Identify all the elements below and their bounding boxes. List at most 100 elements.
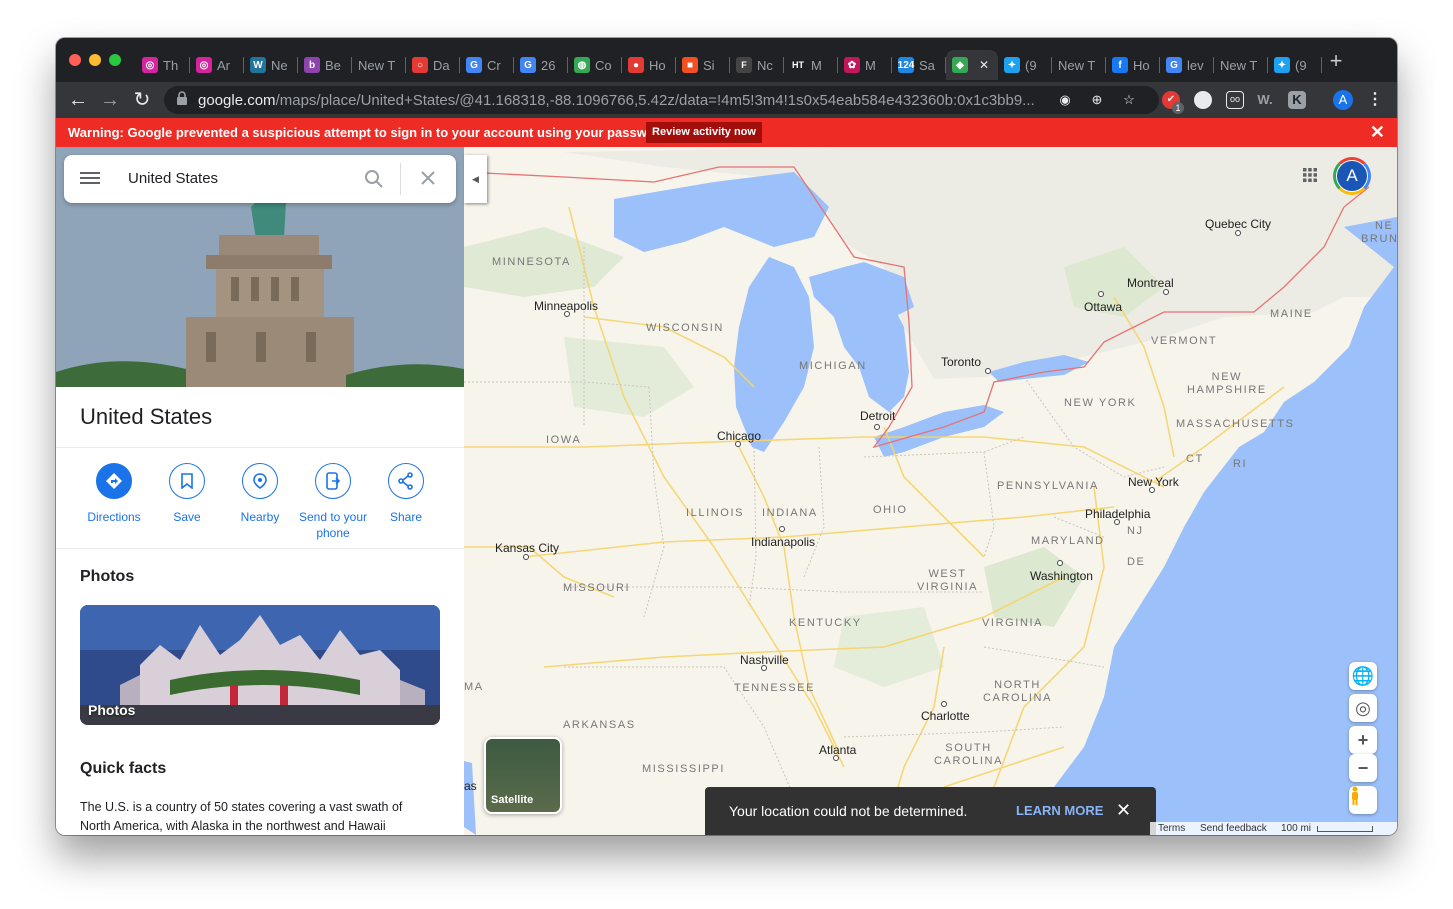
tab-title: Ho [1133,57,1150,73]
browser-tab[interactable]: ◎ Ar [190,50,244,80]
warning-close-icon[interactable]: ✕ [1370,123,1385,141]
city-label[interactable]: Washington [1030,569,1093,583]
browser-menu-icon[interactable]: ⋮ [1366,91,1384,109]
review-activity-button[interactable]: Review activity now [646,122,762,143]
snackbar-close-icon[interactable]: ✕ [1116,800,1131,821]
terms-link[interactable]: Terms [1158,823,1185,834]
city-label[interactable]: Nashville [740,653,789,667]
extension-bubble-icon[interactable] [1194,91,1212,109]
send-to-your-phone-button[interactable]: Send to your phone [293,463,373,541]
city-label[interactable]: Ottawa [1084,300,1122,314]
map-canvas[interactable]: Quebec City Montreal Ottawa Minneapolis Toro… [464,147,1397,835]
city-label[interactable]: Atlanta [819,743,856,757]
search-input[interactable]: United States [128,170,218,187]
photos-label: Photos [88,702,136,718]
extension-k-icon[interactable]: K [1288,91,1306,109]
reload-button[interactable]: ↻ [130,88,154,112]
browser-tab[interactable]: b Be [298,50,352,80]
browser-toolbar: ← → ↻ google.com/maps/place/United+State… [56,82,1397,118]
browser-tab[interactable]: New T [1214,50,1268,80]
directions-button[interactable]: Directions [74,463,154,525]
forward-button[interactable]: → [98,88,122,112]
search-icon[interactable] [364,169,386,191]
facebook-icon: f [1112,57,1128,73]
account-avatar[interactable]: A [1333,157,1371,195]
browser-tab[interactable]: ✦ (9 [998,50,1052,80]
panel-collapse-toggle[interactable]: ◀ [464,155,487,203]
city-marker[interactable] [1057,560,1063,566]
ht-icon: HT [790,57,806,73]
browser-tab[interactable]: ◆ ✕ [946,50,998,80]
nearby-button[interactable]: Nearby [220,463,300,525]
city-label[interactable]: Kansas City [495,541,559,555]
my-location-icon[interactable]: ◎ [1349,694,1377,722]
extension-w-icon[interactable]: W. [1256,91,1274,109]
new-tab-button[interactable]: + [1324,50,1348,74]
back-button[interactable]: ← [66,88,90,112]
city-marker[interactable] [779,526,785,532]
search-box[interactable]: United States [64,155,456,203]
city-label[interactable]: Toronto [941,355,981,369]
close-tab-icon[interactable]: ✕ [979,58,989,72]
location-icon[interactable]: ◉ [1056,91,1074,109]
city-label[interactable]: Philadelphia [1085,507,1150,521]
extension-glasses-icon[interactable]: oo [1226,91,1244,109]
share-button[interactable]: Share [366,463,446,525]
clear-search-icon[interactable] [420,170,438,188]
menu-icon[interactable] [80,170,102,188]
satellite-toggle[interactable]: Satellite [484,737,562,814]
zoom-in-button[interactable]: + [1349,726,1377,754]
city-label[interactable]: Detroit [860,409,895,423]
scale-label[interactable]: 100 mi [1281,823,1311,834]
bookmark-star-icon[interactable]: ☆ [1120,91,1138,109]
browser-tab[interactable]: ✿ M [838,50,892,80]
city-label[interactable]: Charlotte [921,709,970,723]
browser-tab[interactable]: ○ Da [406,50,460,80]
send-feedback-link[interactable]: Send feedback [1200,823,1267,834]
tab-title: Nc [757,57,773,73]
browser-tab[interactable]: New T [1052,50,1106,80]
browser-tab[interactable]: f Ho [1106,50,1160,80]
apps-grid-icon[interactable] [1302,167,1320,185]
city-label[interactable]: Minneapolis [534,299,598,313]
browser-tab[interactable]: 124 Sa [892,50,946,80]
124-icon: 124 [898,57,914,73]
browser-tab[interactable]: ◍ Co [568,50,622,80]
city-marker[interactable] [874,424,880,430]
learn-more-button[interactable]: LEARN MORE [1016,803,1103,818]
photos-thumbnail[interactable]: Photos [80,605,440,725]
browser-tab[interactable]: ● Ho [622,50,676,80]
minimize-window-button[interactable] [89,54,101,66]
zoom-window-button[interactable] [109,54,121,66]
city-label[interactable]: Montreal [1127,276,1174,290]
browser-tab[interactable]: ✦ (9 [1268,50,1322,80]
browser-tab[interactable]: ■ Si [676,50,730,80]
profile-avatar[interactable]: A [1333,90,1353,110]
browser-tab[interactable]: HT M [784,50,838,80]
city-marker[interactable] [941,701,947,707]
add-icon[interactable]: ⊕ [1088,91,1106,109]
browser-tab[interactable]: G 26 [514,50,568,80]
browser-tab[interactable]: Glev [1160,50,1214,80]
close-window-button[interactable] [69,54,81,66]
street-view-pegman-icon[interactable] [1349,786,1377,814]
city-label[interactable]: Chicago [717,429,761,443]
city-marker[interactable] [985,368,991,374]
browser-tab[interactable]: F Nc [730,50,784,80]
wordpress-icon: W [250,57,266,73]
city-label[interactable]: New York [1128,475,1179,489]
browser-tab[interactable]: G Cr [460,50,514,80]
address-bar[interactable]: google.com/maps/place/United+States/@41.… [164,86,1159,114]
browser-tab[interactable]: ◎ Th [136,50,190,80]
city-marker[interactable] [1098,291,1104,297]
f-icon: F [736,57,752,73]
save-button[interactable]: Save [147,463,227,525]
zoom-out-button[interactable]: − [1349,754,1377,782]
url-host: google.com [198,92,276,109]
state-label: SOUTH CAROLINA [934,742,1004,767]
city-label[interactable]: Indianapolis [751,535,815,549]
browser-tab[interactable]: New T [352,50,406,80]
globe-view-icon[interactable]: 🌐 [1349,662,1377,690]
browser-tab[interactable]: W Ne [244,50,298,80]
city-label[interactable]: Quebec City [1205,217,1271,231]
